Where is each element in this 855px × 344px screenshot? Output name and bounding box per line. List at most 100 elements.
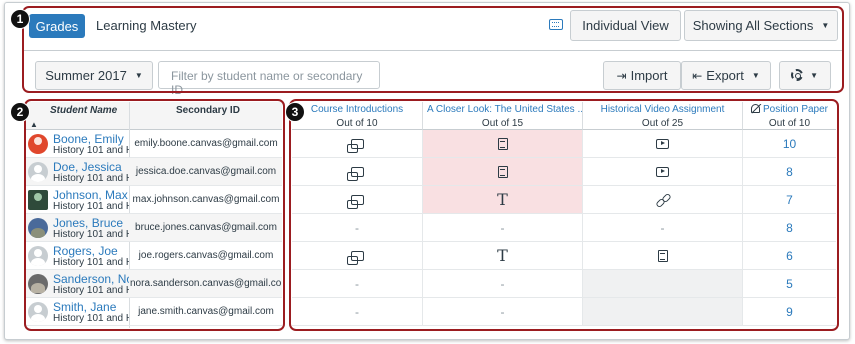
chevron-down-icon: ▼	[751, 71, 760, 80]
grade-cell[interactable]: -	[292, 270, 423, 298]
muted-icon	[750, 104, 760, 113]
import-icon: ⇥	[616, 68, 627, 83]
grade-cell[interactable]: 8	[743, 158, 836, 186]
media-icon	[656, 166, 669, 177]
student-name-link[interactable]: Smith, Jane	[53, 300, 129, 314]
grade-cell[interactable]: 7	[743, 186, 836, 214]
document-icon	[497, 165, 508, 178]
gradebook-settings-button[interactable]: ▼	[779, 61, 831, 90]
avatar[interactable]	[28, 274, 48, 294]
grade-cell[interactable]	[423, 158, 583, 186]
grade-cell[interactable]: 5	[743, 270, 836, 298]
header-divider	[24, 50, 844, 51]
student-filter-input[interactable]: Filter by student name or secondary ID	[158, 61, 380, 97]
sort-up-icon: ▲	[30, 120, 38, 129]
grade-cell[interactable]: -	[423, 298, 583, 326]
avatar[interactable]	[28, 134, 48, 154]
assignment-column-header[interactable]: A Closer Look: The United States ... Out…	[423, 102, 583, 130]
assignment-points: Out of 15	[481, 118, 524, 129]
grade-cell[interactable]: 8	[743, 214, 836, 242]
avatar[interactable]	[28, 162, 48, 182]
grade-cell[interactable]	[583, 130, 743, 158]
text-entry-icon: T	[497, 246, 508, 265]
table-row: Jones, Bruce History 101 and H bruce.jon…	[26, 214, 282, 242]
grade-cell[interactable]: -	[423, 214, 583, 242]
grade-cell[interactable]: 6	[743, 242, 836, 270]
document-icon	[497, 137, 508, 150]
student-secondary-id: jane.smith.canvas@gmail.com	[138, 306, 274, 317]
grade-cell[interactable]	[583, 298, 743, 326]
avatar[interactable]	[28, 218, 48, 238]
table-row: Sanderson, Nor History 101 and H nora.sa…	[26, 270, 282, 298]
assignment-title-link[interactable]: A Closer Look: The United States ...	[423, 104, 582, 115]
tab-grades[interactable]: Grades	[29, 14, 85, 38]
assignment-column-header[interactable]: Course Introductions Out of 10	[292, 102, 423, 130]
student-name-link[interactable]: Rogers, Joe	[53, 244, 129, 258]
grade-cell[interactable]	[583, 242, 743, 270]
assignment-points: Out of 25	[641, 118, 684, 129]
assignment-grid: Course Introductions Out of 10 A Closer …	[292, 102, 836, 328]
grade-cell[interactable]	[583, 270, 743, 298]
grade-cell[interactable]	[423, 130, 583, 158]
assignment-column-header[interactable]: Position Paper Out of 10	[743, 102, 836, 130]
grade-cell[interactable]: T	[423, 186, 583, 214]
student-section: History 101 and H	[53, 145, 129, 156]
secondary-id-column-header[interactable]: Secondary ID	[176, 105, 240, 116]
callout-marker: 1	[10, 9, 30, 29]
student-name-link[interactable]: Boone, Emily	[53, 132, 129, 146]
table-row: Doe, Jessica History 101 and H jessica.d…	[26, 158, 282, 186]
student-secondary-id: max.johnson.canvas@gmail.com	[132, 194, 280, 205]
grade-cell[interactable]	[292, 130, 423, 158]
export-icon: ⇤	[692, 68, 703, 83]
grade-cell[interactable]	[292, 186, 423, 214]
student-secondary-id: bruce.jones.canvas@gmail.com	[135, 222, 277, 233]
text-entry-icon: T	[497, 190, 508, 209]
student-name-column-header[interactable]: Student Name	[50, 105, 117, 116]
avatar[interactable]	[28, 302, 48, 322]
keyboard-shortcuts-icon[interactable]	[549, 19, 563, 30]
section-selector-label: Showing All Sections	[692, 18, 814, 33]
grade-cell[interactable]: 10	[743, 130, 836, 158]
avatar[interactable]	[28, 246, 48, 266]
grade-cell[interactable]: -	[292, 214, 423, 242]
avatar[interactable]	[28, 190, 48, 210]
chevron-down-icon: ▼	[810, 71, 818, 80]
export-label: Export	[706, 68, 744, 83]
grade-cell[interactable]	[583, 186, 743, 214]
individual-view-button[interactable]: Individual View	[570, 10, 681, 41]
student-name-link[interactable]: Sanderson, Nor	[53, 272, 129, 286]
import-label: Import	[630, 68, 668, 83]
grade-cell[interactable]: -	[423, 270, 583, 298]
term-selector[interactable]: Summer 2017 ▼	[35, 61, 153, 90]
grade-cell[interactable]: 9	[743, 298, 836, 326]
grade-cell[interactable]: T	[423, 242, 583, 270]
assignment-points: Out of 10	[336, 118, 378, 129]
discussion-icon	[346, 250, 364, 265]
grade-cell[interactable]: -	[292, 298, 423, 326]
grade-cell[interactable]: -	[583, 214, 743, 242]
assignment-title-link[interactable]: Position Paper	[763, 104, 828, 115]
table-row: Smith, Jane History 101 and H jane.smith…	[26, 298, 282, 326]
grade-cell[interactable]	[583, 158, 743, 186]
document-icon	[657, 249, 668, 262]
grade-cell[interactable]	[292, 242, 423, 270]
student-secondary-id: jessica.doe.canvas@gmail.com	[135, 166, 277, 177]
discussion-icon	[346, 138, 364, 153]
assignment-title-link[interactable]: Historical Video Assignment	[583, 104, 742, 115]
assignment-title-link[interactable]: Course Introductions	[292, 104, 422, 115]
student-name-link[interactable]: Doe, Jessica	[53, 160, 129, 174]
student-section: History 101 and H	[53, 173, 129, 184]
grade-cell[interactable]	[292, 158, 423, 186]
student-secondary-id: joe.rogers.canvas@gmail.com	[138, 250, 274, 261]
assignment-column-header[interactable]: Historical Video Assignment Out of 25	[583, 102, 743, 130]
export-button[interactable]: ⇤ Export ▼	[681, 61, 771, 90]
callout-marker: 2	[10, 102, 30, 122]
student-grid-header: Student Name Secondary ID ▲	[26, 102, 282, 130]
import-button[interactable]: ⇥ Import	[603, 61, 681, 90]
student-name-link[interactable]: Johnson, Max	[53, 188, 129, 202]
student-name-link[interactable]: Jones, Bruce	[53, 216, 129, 230]
table-row: Boone, Emily History 101 and H emily.boo…	[26, 130, 282, 158]
assignment-points: Out of 10	[768, 118, 811, 129]
tab-learning-mastery[interactable]: Learning Mastery	[96, 18, 196, 33]
section-selector[interactable]: Showing All Sections ▼	[684, 10, 838, 41]
